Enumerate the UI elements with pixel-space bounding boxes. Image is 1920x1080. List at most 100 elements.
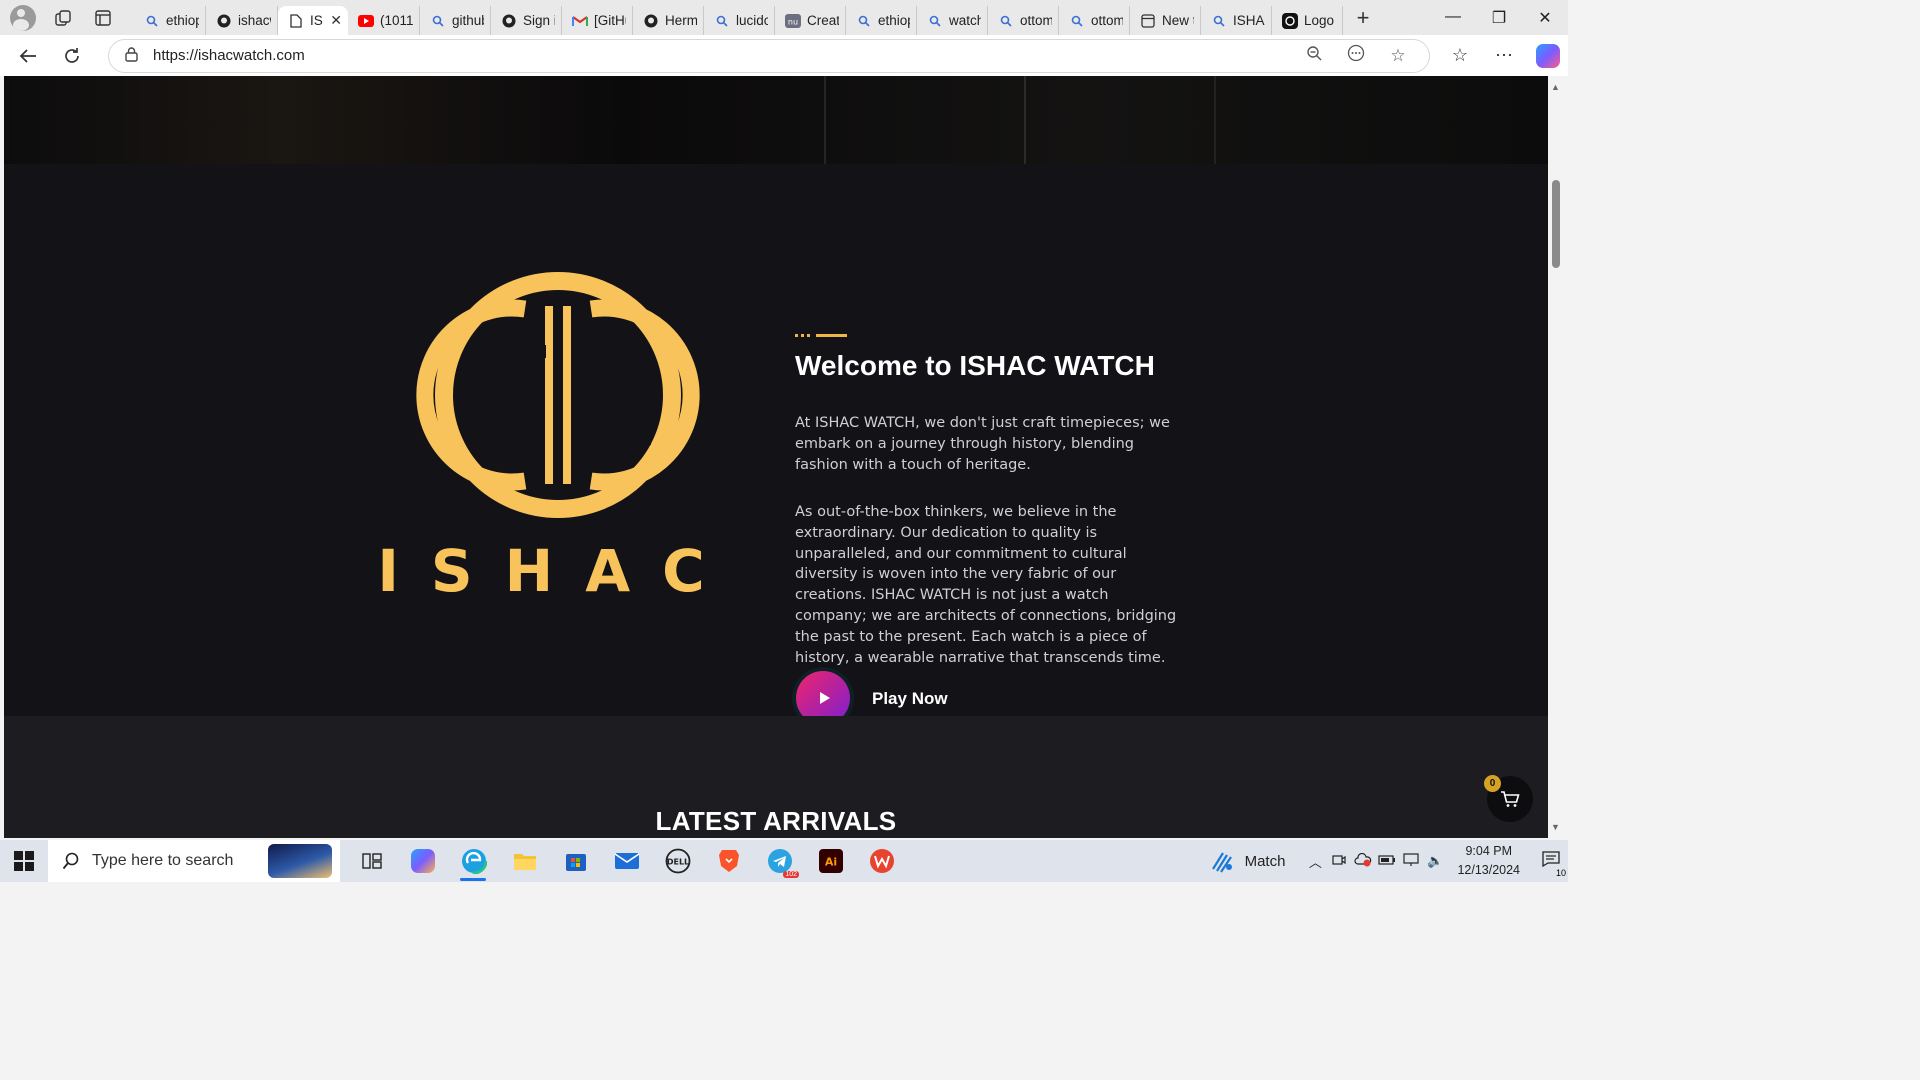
tab[interactable]: (1011) [348, 6, 420, 35]
dell-icon[interactable]: DELL [652, 840, 703, 882]
ishac-logo: ISHAC [377, 272, 705, 605]
new-tab-button[interactable]: + [1343, 5, 1383, 31]
tab-label: lucidch [736, 13, 768, 28]
title-ornament [795, 334, 847, 338]
onedrive-icon[interactable] [1351, 852, 1375, 870]
tab-label: github [452, 13, 484, 28]
back-button[interactable] [6, 38, 50, 74]
tab-label: ISHAC [1233, 13, 1265, 28]
chevron-up-icon[interactable]: ︿ [1303, 852, 1327, 871]
tab[interactable]: github [420, 6, 491, 35]
telegram-icon[interactable]: 102 [754, 840, 805, 882]
page-scrollbar[interactable]: ▲ ▼ [1548, 76, 1568, 838]
hero-decoration [1024, 76, 1084, 164]
page-title: Welcome to ISHAC WATCH [795, 350, 1155, 381]
volume-icon[interactable]: 🔈 [1423, 853, 1447, 869]
mail-icon[interactable] [601, 840, 652, 882]
battery-icon[interactable] [1375, 854, 1399, 869]
address-url[interactable]: https://ishacwatch.com [153, 47, 1293, 64]
scroll-up-arrow-icon[interactable]: ▲ [1551, 82, 1560, 92]
tab[interactable]: Sign in [491, 6, 562, 35]
window-controls: — ❐ ✕ [1430, 8, 1568, 28]
tab[interactable]: Logo F [1272, 6, 1343, 35]
cart-icon [1501, 791, 1520, 807]
zoom-out-icon[interactable] [1293, 45, 1335, 66]
edge-icon[interactable] [448, 840, 499, 882]
address-bar[interactable]: https://ishacwatch.com ☆ [108, 38, 1430, 73]
logo-emblem [416, 272, 700, 518]
file-explorer-icon[interactable] [499, 840, 550, 882]
tab[interactable]: Herme [633, 6, 704, 35]
tab-label: watch [949, 13, 981, 28]
tab[interactable]: ishacw [206, 6, 278, 35]
profile-avatar[interactable] [10, 4, 36, 31]
refresh-button[interactable] [50, 38, 94, 74]
tab-label: Logo F [1304, 13, 1336, 28]
latest-arrivals-section: LATEST ARRIVALS [4, 716, 1548, 838]
settings-more-icon[interactable]: ⋯ [1482, 45, 1526, 66]
favorite-star-icon[interactable]: ☆ [1377, 46, 1419, 66]
search-placeholder: Type here to search [92, 852, 234, 869]
tab[interactable]: ethiop [134, 6, 206, 35]
minimize-icon[interactable]: — [1430, 8, 1476, 28]
taskbar-search[interactable]: Type here to search [48, 840, 340, 882]
tab[interactable]: ISHAC [1201, 6, 1272, 35]
clock-time: 9:04 PM [1465, 844, 1512, 858]
system-tray: Match ︿ 🔈 9:04 PM 12/13/2024 10 [1209, 840, 1568, 882]
telegram-badge: 102 [783, 871, 799, 878]
start-button[interactable] [0, 840, 48, 882]
network-icon[interactable] [1399, 852, 1423, 870]
store-icon[interactable] [550, 840, 601, 882]
intro-paragraph: At ISHAC WATCH, we don't just craft time… [795, 415, 1170, 473]
weather-widget[interactable]: Match [1209, 849, 1285, 873]
cricket-icon [1211, 852, 1232, 873]
close-window-icon[interactable]: ✕ [1522, 8, 1568, 28]
tab[interactable]: ottoma [988, 6, 1059, 35]
close-tab-icon[interactable]: ✕ [330, 12, 342, 29]
search-icon [144, 13, 160, 29]
search-icon [714, 13, 730, 29]
wps-icon[interactable] [856, 840, 907, 882]
lock-icon[interactable] [125, 46, 147, 65]
search-icon [430, 13, 446, 29]
meet-now-icon[interactable] [1327, 853, 1351, 870]
tab[interactable]: ottoma [1059, 6, 1130, 35]
scroll-down-arrow-icon[interactable]: ▼ [1551, 822, 1560, 832]
tab[interactable]: lucidch [704, 6, 775, 35]
play-now-label[interactable]: Play Now [872, 689, 948, 709]
more-tools-icon[interactable] [1335, 44, 1377, 67]
tab[interactable]: ethiop [846, 6, 917, 35]
svg-text:nu: nu [788, 17, 798, 26]
hero-decoration [824, 76, 884, 164]
tab-label: Create [807, 13, 839, 28]
pinned-apps: DELL 102 Ai [346, 840, 907, 882]
hero-image-strip [4, 76, 1548, 164]
tab-strip-actions [0, 4, 134, 31]
vertical-tabs-icon[interactable] [90, 5, 116, 31]
copilot-app-icon[interactable] [397, 840, 448, 882]
notification-center-icon[interactable]: 10 [1534, 850, 1568, 878]
tab[interactable]: nu Create [775, 6, 846, 35]
workspaces-icon[interactable] [50, 5, 76, 31]
page-icon [288, 13, 304, 29]
svg-text:Ai: Ai [824, 856, 836, 869]
tab[interactable]: watch [917, 6, 988, 35]
scrollbar-thumb[interactable] [1552, 180, 1560, 268]
restore-icon[interactable]: ❐ [1476, 8, 1522, 28]
tab-label: ottoma [1020, 13, 1052, 28]
tab[interactable]: New ta [1130, 6, 1201, 35]
tab[interactable]: [GitHu [562, 6, 633, 35]
tab-label: (1011) [380, 13, 413, 28]
tab-label: ethiop [878, 13, 910, 28]
tab-active[interactable]: IS ✕ [278, 6, 348, 35]
task-view-icon[interactable] [346, 840, 397, 882]
illustrator-icon[interactable]: Ai [805, 840, 856, 882]
copilot-icon[interactable] [1536, 43, 1560, 68]
avatar-icon [10, 4, 36, 31]
search-icon [1069, 13, 1085, 29]
svg-text:DELL: DELL [666, 858, 688, 867]
section-heading: LATEST ARRIVALS [655, 806, 897, 836]
brave-icon[interactable] [703, 840, 754, 882]
favorites-icon[interactable]: ☆ [1438, 45, 1482, 66]
taskbar-clock[interactable]: 9:04 PM 12/13/2024 [1457, 842, 1520, 880]
